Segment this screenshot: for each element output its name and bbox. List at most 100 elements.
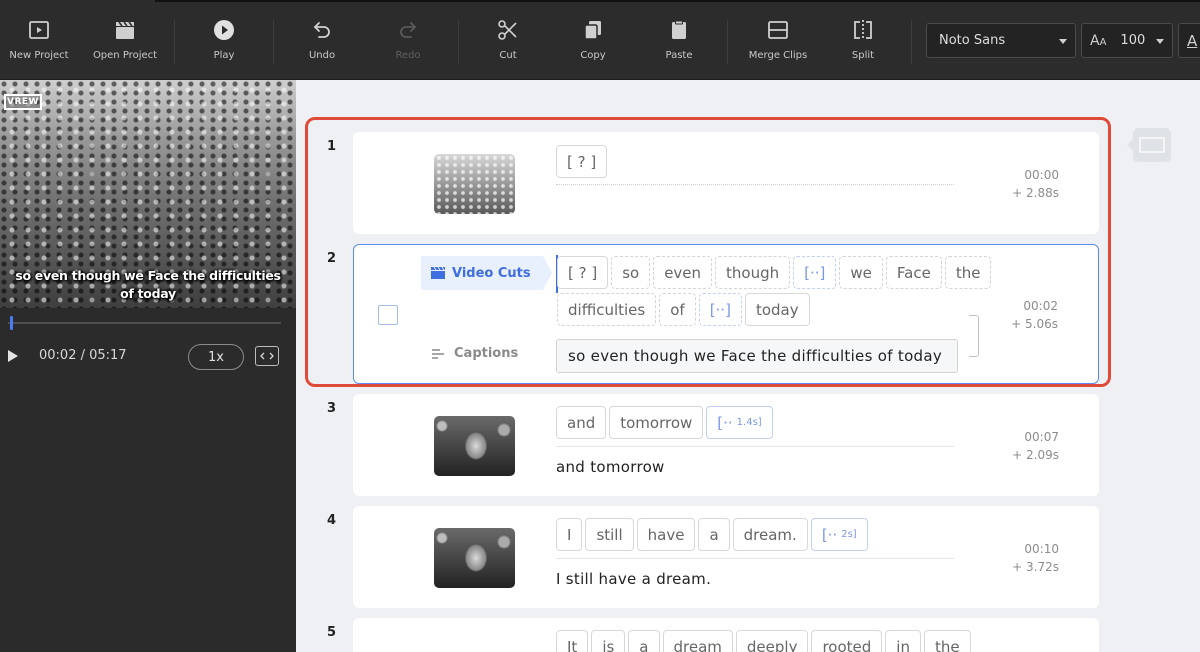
toolbar-separator xyxy=(911,20,912,64)
video-preview[interactable]: VREW so even though we Face the difficul… xyxy=(0,80,296,308)
toolbar-separator xyxy=(273,20,274,64)
word-token[interactable]: have xyxy=(636,518,696,551)
play-button[interactable]: Play xyxy=(200,0,248,80)
font-family-value: Noto Sans xyxy=(939,33,1006,48)
clipboard-icon xyxy=(672,20,686,39)
fit-screen-button[interactable] xyxy=(255,346,279,366)
captions-tab[interactable]: Captions xyxy=(432,346,518,361)
word-token-row: difficulties of [··] today xyxy=(557,293,813,326)
word-token[interactable]: in xyxy=(885,630,921,652)
clip-number: 2 xyxy=(327,251,337,266)
text-color-button[interactable]: A xyxy=(1178,23,1200,58)
clip-list: 1 [ ? ] 00:00 + 2.88s 2 Video Cuts Capti… xyxy=(296,80,1200,652)
playback-scrubber[interactable] xyxy=(8,316,281,330)
word-token[interactable]: a xyxy=(628,630,660,652)
undo-label: Undo xyxy=(308,50,336,61)
silence-gap-token[interactable]: [··] xyxy=(793,256,837,289)
silence-gap-token[interactable]: [·· 2s] xyxy=(810,518,868,551)
play-icon[interactable] xyxy=(8,350,18,362)
word-token[interactable]: I xyxy=(556,518,583,551)
chevron-down-icon xyxy=(1156,39,1164,44)
playback-speed-button[interactable]: 1x xyxy=(188,344,244,370)
play-circle-icon xyxy=(214,20,234,40)
watermark-logo: VREW xyxy=(4,94,42,110)
word-token[interactable]: the xyxy=(923,630,971,652)
cut-button[interactable]: Cut xyxy=(484,0,532,80)
clip-select-checkbox[interactable] xyxy=(378,305,398,325)
copy-icon xyxy=(584,21,601,40)
silence-gap-token[interactable]: [·· 1.4s] xyxy=(706,406,773,439)
word-token[interactable]: [ ? ] xyxy=(556,145,608,178)
split-icon xyxy=(854,20,872,40)
vrew-logo-icon xyxy=(1139,137,1165,153)
paste-button[interactable]: Paste xyxy=(655,0,703,80)
split-button[interactable]: Split xyxy=(839,0,887,80)
redo-label: Redo xyxy=(395,50,421,61)
video-cuts-tab[interactable]: Video Cuts xyxy=(421,256,552,290)
word-token[interactable]: tomorrow xyxy=(609,406,704,439)
word-token[interactable]: deeply xyxy=(735,630,809,652)
word-token[interactable]: [ ? ] xyxy=(557,256,609,289)
word-token[interactable]: still xyxy=(585,518,634,551)
undo-button[interactable]: Undo xyxy=(298,0,346,80)
clip-thumbnail[interactable] xyxy=(434,528,515,588)
word-token[interactable]: dream. xyxy=(732,518,808,551)
word-token[interactable]: the xyxy=(944,256,992,289)
clip-start-time: 00:00 xyxy=(1024,168,1059,182)
clip-start-time: 00:07 xyxy=(1024,430,1059,444)
clip-card-3[interactable]: and tomorrow [·· 1.4s] and tomorrow 00:07… xyxy=(353,394,1099,496)
word-token[interactable]: of xyxy=(659,293,696,326)
word-token[interactable]: a xyxy=(698,518,730,551)
word-token[interactable]: Face xyxy=(885,256,942,289)
silence-gap-token[interactable]: [··] xyxy=(698,293,742,326)
word-token-row: and tomorrow [·· 1.4s] xyxy=(556,406,776,439)
font-size-value: 100 xyxy=(1120,33,1146,48)
clip-number: 3 xyxy=(327,401,337,416)
word-token[interactable]: is xyxy=(591,630,626,652)
clip-card-4[interactable]: I still have a dream. [·· 2s] I still hav… xyxy=(353,506,1099,608)
redo-button[interactable]: Redo xyxy=(384,0,432,80)
font-family-select[interactable]: Noto Sans xyxy=(926,23,1076,58)
clip-duration: + 2.88s xyxy=(1012,186,1059,200)
word-token[interactable]: It xyxy=(556,630,589,652)
clip-thumbnail[interactable] xyxy=(434,154,515,214)
word-token[interactable]: we xyxy=(839,256,883,289)
caption-text[interactable]: and tomorrow xyxy=(556,458,665,476)
clip-card-1[interactable]: [ ? ] 00:00 + 2.88s xyxy=(353,132,1099,234)
scrubber-handle[interactable] xyxy=(10,316,13,330)
word-token[interactable]: so xyxy=(611,256,651,289)
video-cuts-label: Video Cuts xyxy=(452,265,531,281)
clip-card-5[interactable]: It is a dream deeply rooted in the xyxy=(353,618,1099,652)
clip-thumbnail[interactable] xyxy=(434,416,515,476)
side-panel-toggle[interactable] xyxy=(1127,128,1171,162)
split-label: Split xyxy=(851,50,875,61)
word-token[interactable]: even xyxy=(653,256,713,289)
word-token[interactable]: dream xyxy=(662,630,733,652)
clip-card-2[interactable]: Video Cuts Captions [ ? ] so even though… xyxy=(353,244,1099,384)
new-project-label: New Project xyxy=(9,50,69,61)
open-project-button[interactable]: Open Project xyxy=(92,0,158,80)
clip-timing: 00:07 + 2.09s xyxy=(1012,428,1059,464)
word-token[interactable]: rooted xyxy=(811,630,883,652)
copy-button[interactable]: Copy xyxy=(569,0,617,80)
word-token-row: It is a dream deeply rooted in the xyxy=(556,630,974,652)
clapperboard-icon xyxy=(431,267,445,279)
word-token[interactable]: today xyxy=(744,293,810,326)
clip-timing: 00:02 + 5.06s xyxy=(1011,297,1058,333)
word-token-row: [ ? ] xyxy=(556,145,610,178)
word-token-row: I still have a dream. [·· 2s] xyxy=(556,518,871,551)
merge-clips-button[interactable]: Merge Clips xyxy=(748,0,808,80)
word-token[interactable]: and xyxy=(556,406,607,439)
play-label: Play xyxy=(213,50,235,61)
new-project-button[interactable]: New Project xyxy=(8,0,70,80)
caption-link-bracket xyxy=(969,315,979,357)
toolbar-separator xyxy=(174,20,175,64)
preview-panel: VREW so even though we Face the difficul… xyxy=(0,80,296,652)
gap-duration: 1.4s] xyxy=(736,417,762,428)
word-token[interactable]: though xyxy=(715,256,791,289)
font-size-select[interactable]: AA 100 xyxy=(1081,23,1173,58)
video-subtitle: so even though we Face the difficulties … xyxy=(15,268,281,301)
caption-text[interactable]: I still have a dream. xyxy=(556,570,711,588)
word-token[interactable]: difficulties xyxy=(557,293,657,326)
caption-text-field[interactable]: so even though we Face the difficulties … xyxy=(556,339,958,373)
